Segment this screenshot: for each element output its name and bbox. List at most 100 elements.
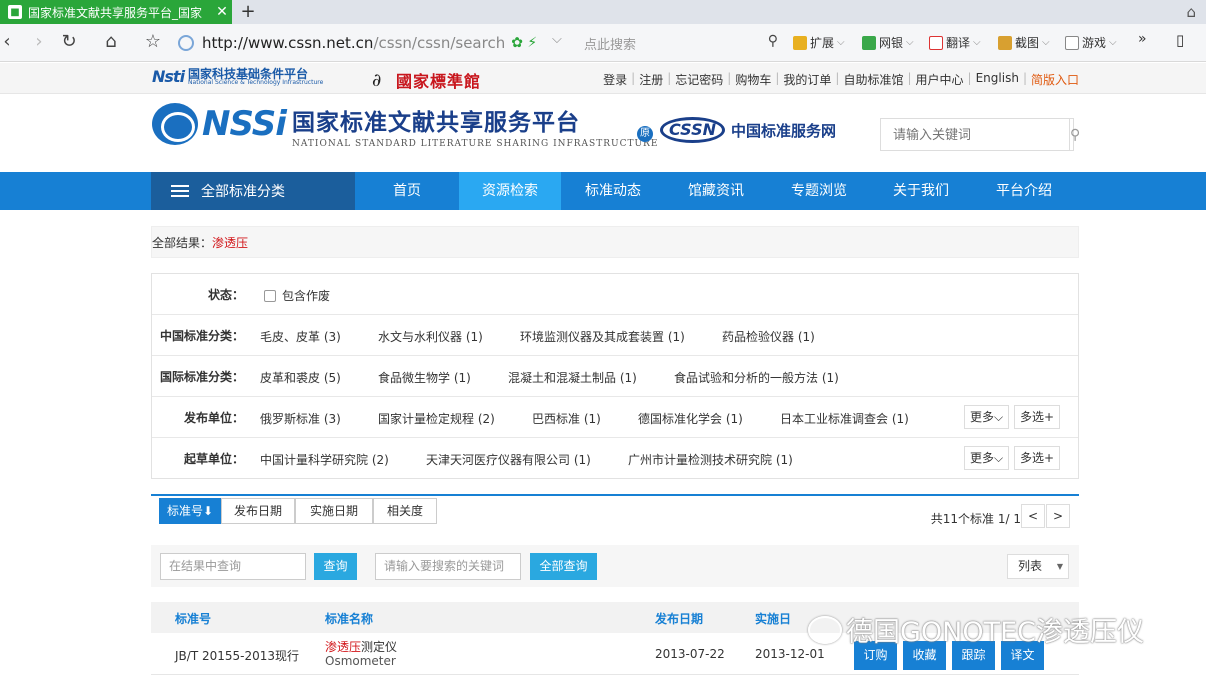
filter-option[interactable]: 毛皮、皮革 (3) xyxy=(260,328,341,345)
more-button[interactable]: 更多⌵ xyxy=(964,446,1010,470)
reload-icon[interactable]: ↻ xyxy=(58,31,80,53)
self-service-link[interactable]: 自助标准馆 xyxy=(843,71,903,88)
filter-option[interactable]: 中国计量科学研究院 (2) xyxy=(260,451,389,468)
cssn-logo[interactable]: CSSN 中国标准服务网 xyxy=(660,117,836,143)
standard-code[interactable]: JB/T 20155-2013现行 xyxy=(175,647,299,664)
filter-option[interactable]: 混凝土和混凝土制品 (1) xyxy=(508,369,637,386)
nlc-logo[interactable]: ∂ 國家標準館 xyxy=(372,68,481,92)
ext-label: 截图 xyxy=(1015,36,1040,50)
multi-select-button[interactable]: 多选+ xyxy=(1014,405,1061,429)
th-name[interactable]: 标准名称 xyxy=(325,610,373,627)
pub-date: 2013-07-22 xyxy=(655,647,725,661)
filter-option[interactable]: 食品试验和分析的一般方法 (1) xyxy=(674,369,839,386)
filter-option[interactable]: 环境监测仪器及其成套装置 (1) xyxy=(520,328,685,345)
ext-games[interactable]: 游戏 ⌵ xyxy=(1065,34,1117,51)
nav-resource-search[interactable]: 资源检索 xyxy=(459,172,561,210)
site-title-block: 国家标准文献共享服务平台 NATIONAL STANDARD LITERATUR… xyxy=(292,103,658,149)
filter-label: 中国标准分类： xyxy=(159,328,244,343)
filter-option[interactable]: 德国标准化学会 (1) xyxy=(638,410,743,427)
lightning-icon[interactable]: ✿ ⚡ xyxy=(511,35,537,51)
header-search: ⚲ xyxy=(880,118,1080,151)
login-link[interactable]: 登录 xyxy=(603,71,627,88)
filter-option[interactable]: 食品微生物学 (1) xyxy=(378,369,471,386)
checkbox[interactable] xyxy=(264,290,276,302)
home-icon[interactable]: ⌂ xyxy=(100,31,122,53)
my-orders-link[interactable]: 我的订单 xyxy=(783,71,831,88)
nav-about[interactable]: 关于我们 xyxy=(870,172,972,210)
filter-option[interactable]: 国家计量检定规程 (2) xyxy=(378,410,495,427)
chevron-down-icon: ⌵ xyxy=(1109,37,1117,48)
search-all-button[interactable]: 全部查询 xyxy=(530,553,597,580)
bookmark-star-icon[interactable]: ☆ xyxy=(142,31,164,53)
search-within-input[interactable]: 在结果中查询 xyxy=(160,553,306,580)
filter-option[interactable]: 药品检验仪器 (1) xyxy=(722,328,815,345)
next-page-button[interactable]: > xyxy=(1046,504,1070,528)
browser-search-input[interactable]: 点此搜索 ⚲ xyxy=(584,30,784,56)
browser-toolbar: ‹ › ↻ ⌂ ☆ http://www.cssn.net.cn/cssn/cs… xyxy=(0,24,1206,62)
url-host: http://www.cssn.net.cn xyxy=(202,34,374,52)
phone-icon[interactable]: ▯ xyxy=(1176,31,1184,49)
nav-home[interactable]: 首页 xyxy=(357,172,457,210)
filter-option[interactable]: 俄罗斯标准 (3) xyxy=(260,410,341,427)
nssi-logo[interactable]: NSSi xyxy=(152,103,287,145)
filter-option[interactable]: 日本工业标准调查会 (1) xyxy=(780,410,909,427)
multi-label: 多选 xyxy=(1020,410,1045,424)
standard-name[interactable]: 渗透压测定仪 xyxy=(325,638,397,655)
keyword-input[interactable]: 请输入要搜索的关键词 xyxy=(375,553,521,580)
simple-version-link[interactable]: 简版入口 xyxy=(1031,71,1079,88)
forgot-password-link[interactable]: 忘记密码 xyxy=(675,71,723,88)
nav-platform-intro[interactable]: 平台介绍 xyxy=(972,172,1076,210)
standard-name-en: Osmometer xyxy=(325,654,396,668)
nlc-name: 國家標準館 xyxy=(396,72,482,91)
more-button[interactable]: 更多⌵ xyxy=(964,405,1010,429)
filter-option[interactable]: 巴西标准 (1) xyxy=(532,410,601,427)
english-link[interactable]: English xyxy=(976,71,1019,88)
header-search-input[interactable] xyxy=(881,119,1069,150)
sort-by-relevance[interactable]: 相关度 xyxy=(373,498,437,524)
nstl-logo[interactable]: Nsti 国家科技基础条件平台 National Science & Techn… xyxy=(152,67,323,86)
chevron-down-icon: ⌵ xyxy=(994,451,1004,465)
globe-icon xyxy=(178,35,194,51)
new-tab-button[interactable]: + xyxy=(238,1,258,22)
ext-translate[interactable]: 翻译 ⌵ xyxy=(929,34,981,51)
nstl-name-cn: 国家科技基础条件平台 xyxy=(188,66,309,81)
include-obsolete-option[interactable]: 包含作废 xyxy=(264,287,330,304)
filter-option[interactable]: 水文与水利仪器 (1) xyxy=(378,328,483,345)
filter-panel: 状态： 包含作废 中国标准分类： 毛皮、皮革 (3) 水文与水利仪器 (1) 环… xyxy=(151,273,1079,479)
filter-option[interactable]: 皮革和裘皮 (5) xyxy=(260,369,341,386)
back-icon[interactable]: ‹ xyxy=(0,31,18,53)
breadcrumb: 全部结果： 渗透压 xyxy=(151,226,1079,258)
user-center-link[interactable]: 用户中心 xyxy=(916,71,964,88)
th-impl-date[interactable]: 实施日 xyxy=(755,610,791,627)
nav-standard-news[interactable]: 标准动态 xyxy=(562,172,664,210)
prev-page-button[interactable]: < xyxy=(1021,504,1045,528)
cart-link[interactable]: 购物车 xyxy=(735,71,771,88)
multi-select-button[interactable]: 多选+ xyxy=(1014,446,1061,470)
forward-icon[interactable]: › xyxy=(28,31,50,53)
address-bar[interactable]: http://www.cssn.net.cn/cssn/cssn/search … xyxy=(178,30,550,56)
search-icon[interactable]: ⚲ xyxy=(1069,119,1080,150)
ext-bank[interactable]: 网银 ⌵ xyxy=(862,34,914,51)
chevron-down-icon: ⌵ xyxy=(1042,37,1050,48)
filter-option[interactable]: 天津天河医疗仪器有限公司 (1) xyxy=(426,451,591,468)
view-mode-select[interactable]: 列表 ▼ xyxy=(1007,554,1069,579)
close-icon[interactable]: ✕ xyxy=(212,4,232,20)
shirt-skin-icon[interactable]: ⌂ xyxy=(1186,3,1196,21)
query-button[interactable]: 查询 xyxy=(314,553,357,580)
sort-by-impl-date[interactable]: 实施日期 xyxy=(295,498,373,524)
nav-topics[interactable]: 专题浏览 xyxy=(768,172,870,210)
th-pub-date[interactable]: 发布日期 xyxy=(655,610,703,627)
browser-tab-active[interactable]: ■ 国家标准文献共享服务平台_国家 ✕ xyxy=(0,0,232,24)
sort-by-code[interactable]: 标准号⬇ xyxy=(159,498,221,524)
filter-option[interactable]: 广州市计量检测技术研究院 (1) xyxy=(628,451,793,468)
ext-extensions[interactable]: 扩展 ⌵ xyxy=(793,34,845,51)
nav-collection-info[interactable]: 馆藏资讯 xyxy=(664,172,768,210)
more-extensions-button[interactable]: » xyxy=(1138,31,1147,47)
chevron-down-icon[interactable]: ⌵ xyxy=(552,32,562,47)
register-link[interactable]: 注册 xyxy=(639,71,663,88)
search-icon[interactable]: ⚲ xyxy=(768,33,778,49)
sort-by-pub-date[interactable]: 发布日期 xyxy=(221,498,295,524)
th-code[interactable]: 标准号 xyxy=(175,610,211,627)
all-categories-button[interactable]: 全部标准分类 xyxy=(151,172,355,210)
ext-screenshot[interactable]: 截图 ⌵ xyxy=(998,34,1050,51)
